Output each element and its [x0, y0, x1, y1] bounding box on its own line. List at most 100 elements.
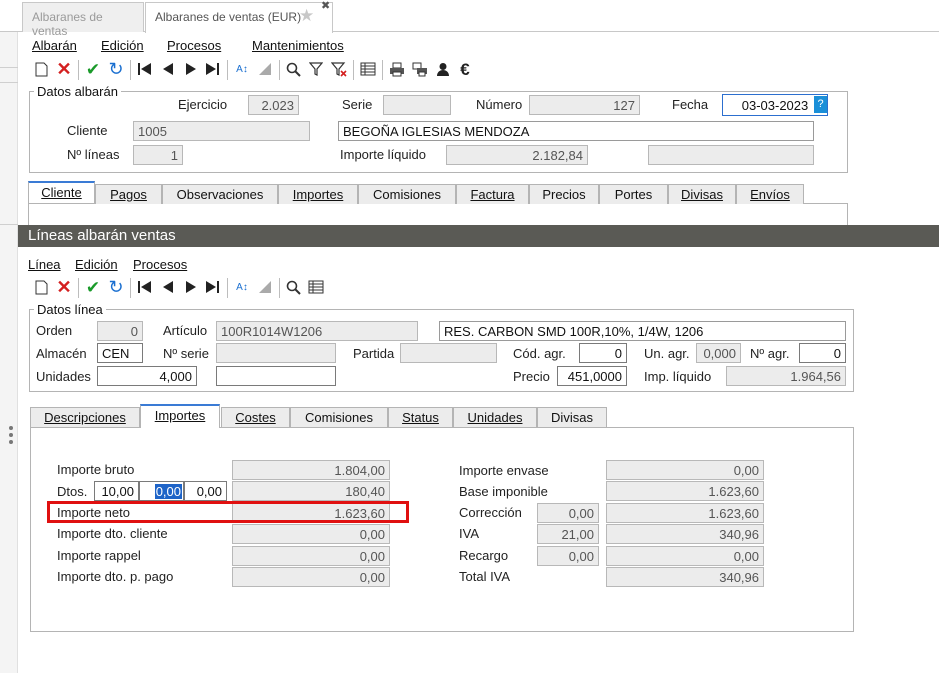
- correccion-field[interactable]: 1.623,60: [606, 503, 764, 523]
- iva-pct-field[interactable]: 21,00: [537, 524, 599, 544]
- new-line-icon[interactable]: [30, 276, 52, 298]
- tab-unidades[interactable]: Unidades: [453, 407, 537, 427]
- implq-field[interactable]: 1.964,56: [726, 366, 846, 386]
- datos-albaran-legend: Datos albarán: [34, 84, 121, 99]
- nlineas-field[interactable]: 1: [133, 145, 183, 165]
- dto-cliente-field[interactable]: 0,00: [232, 524, 390, 544]
- splitter-grip-icon[interactable]: [9, 426, 15, 447]
- user-icon[interactable]: [432, 58, 454, 80]
- undo-icon[interactable]: ↻: [105, 58, 127, 80]
- base-imponible-field[interactable]: 1.623,60: [606, 481, 764, 501]
- previous-icon[interactable]: [157, 58, 179, 80]
- tab-importes[interactable]: Importes: [278, 184, 358, 204]
- tab-line-divisas[interactable]: Divisas: [537, 407, 607, 427]
- close-tab-icon[interactable]: ✖: [321, 1, 330, 12]
- rappel-field[interactable]: 0,00: [232, 546, 390, 566]
- numero-field[interactable]: 127: [529, 95, 640, 115]
- delete-icon[interactable]: ✕: [53, 58, 75, 80]
- dtos-total-field[interactable]: 180,40: [232, 481, 390, 501]
- tab-descripciones[interactable]: Descripciones: [30, 407, 140, 427]
- partida-field[interactable]: [400, 343, 497, 363]
- tab-envios[interactable]: Envíos: [736, 184, 804, 204]
- tab-precios[interactable]: Precios: [529, 184, 599, 204]
- search-icon[interactable]: [282, 58, 304, 80]
- codagr-field[interactable]: 0: [579, 343, 627, 363]
- cliente-name-field[interactable]: BEGOÑA IGLESIAS MENDOZA: [338, 121, 814, 141]
- first-line-icon[interactable]: [134, 276, 156, 298]
- header-toolbar: ✕ ✔ ↻ A↕ €: [30, 58, 490, 82]
- nagr-field[interactable]: 0: [799, 343, 846, 363]
- iva-field[interactable]: 340,96: [606, 524, 764, 544]
- previous-line-icon[interactable]: [157, 276, 179, 298]
- total-iva-label: Total IVA: [459, 569, 511, 584]
- tab-line-comisiones[interactable]: Comisiones: [290, 407, 388, 427]
- favorite-star-icon[interactable]: ★: [299, 7, 314, 24]
- last-line-icon[interactable]: [202, 276, 224, 298]
- recargo-pct-field[interactable]: 0,00: [537, 546, 599, 566]
- fecha-field[interactable]: 03-03-2023: [722, 94, 828, 116]
- tab-observaciones[interactable]: Observaciones: [162, 184, 278, 204]
- cliente-code-field[interactable]: 1005: [133, 121, 310, 141]
- first-icon[interactable]: [134, 58, 156, 80]
- new-icon[interactable]: [30, 58, 52, 80]
- tab-costes[interactable]: Costes: [221, 407, 290, 427]
- articulo-desc-field[interactable]: RES. CARBON SMD 100R,10%, 1/4W, 1206: [439, 321, 846, 341]
- tab-factura[interactable]: Factura: [456, 184, 529, 204]
- print-labels-icon[interactable]: [409, 58, 431, 80]
- unidades-field[interactable]: 4,000: [97, 366, 197, 386]
- importe-extra-field[interactable]: [648, 145, 814, 165]
- search-line-icon[interactable]: [282, 276, 304, 298]
- dto3-field[interactable]: 0,00: [184, 481, 227, 501]
- serie-field[interactable]: [383, 95, 451, 115]
- unagr-label: Un. agr.: [644, 346, 690, 361]
- confirm-line-icon[interactable]: ✔: [82, 276, 104, 298]
- lineas-section-title: Líneas albarán ventas: [18, 225, 939, 247]
- almacen-label: Almacén: [36, 346, 87, 361]
- almacen-field[interactable]: CEN: [97, 343, 143, 363]
- table-view-icon[interactable]: [357, 58, 379, 80]
- filter-off-line-icon[interactable]: [254, 276, 276, 298]
- nserie-field[interactable]: [216, 343, 336, 363]
- next-line-icon[interactable]: [180, 276, 202, 298]
- numero-label: Número: [476, 97, 523, 112]
- print-icon[interactable]: [386, 58, 408, 80]
- precio-field[interactable]: 451,0000: [557, 366, 627, 386]
- orden-field[interactable]: 0: [97, 321, 143, 341]
- table-view-line-icon[interactable]: [305, 276, 327, 298]
- tab-status[interactable]: Status: [388, 407, 453, 427]
- tab-divisas[interactable]: Divisas: [668, 184, 736, 204]
- tab-portes[interactable]: Portes: [599, 184, 668, 204]
- dto1-field[interactable]: 10,00: [94, 481, 139, 501]
- articulo-code-field[interactable]: 100R1014W1206: [216, 321, 418, 341]
- sort-line-icon[interactable]: A↕: [231, 276, 253, 298]
- codagr-label: Cód. agr.: [513, 346, 566, 361]
- euro-icon[interactable]: €: [454, 58, 476, 80]
- window-tab-albaranes[interactable]: Albaranes de ventas: [22, 2, 144, 38]
- tab-comisiones[interactable]: Comisiones: [358, 184, 456, 204]
- undo-line-icon[interactable]: ↻: [105, 276, 127, 298]
- importe-liquido-field[interactable]: 2.182,84: [446, 145, 588, 165]
- dto2-field[interactable]: 0,00: [139, 481, 184, 501]
- dto-pago-field[interactable]: 0,00: [232, 567, 390, 587]
- tab-line-importes[interactable]: Importes: [140, 404, 220, 428]
- date-help-icon[interactable]: ?: [814, 96, 827, 113]
- ejercicio-field[interactable]: 2.023: [248, 95, 299, 115]
- delete-line-icon[interactable]: ✕: [53, 276, 75, 298]
- filter-off-icon[interactable]: [254, 58, 276, 80]
- importe-bruto-field[interactable]: 1.804,00: [232, 460, 390, 480]
- unagr-field[interactable]: 0,000: [696, 343, 741, 363]
- total-iva-field[interactable]: 340,96: [606, 567, 764, 587]
- recargo-field[interactable]: 0,00: [606, 546, 764, 566]
- correccion-pct-field[interactable]: 0,00: [537, 503, 599, 523]
- confirm-icon[interactable]: ✔: [82, 58, 104, 80]
- last-icon[interactable]: [202, 58, 224, 80]
- sort-icon[interactable]: A↕: [231, 58, 253, 80]
- tab-cliente[interactable]: Cliente: [28, 181, 95, 203]
- clear-filter-icon[interactable]: [328, 58, 350, 80]
- articulo-label: Artículo: [163, 323, 208, 338]
- envase-field[interactable]: 0,00: [606, 460, 764, 480]
- unidades-extra-field[interactable]: [216, 366, 336, 386]
- filter-icon[interactable]: [305, 58, 327, 80]
- tab-pagos[interactable]: Pagos: [95, 184, 162, 204]
- next-icon[interactable]: [180, 58, 202, 80]
